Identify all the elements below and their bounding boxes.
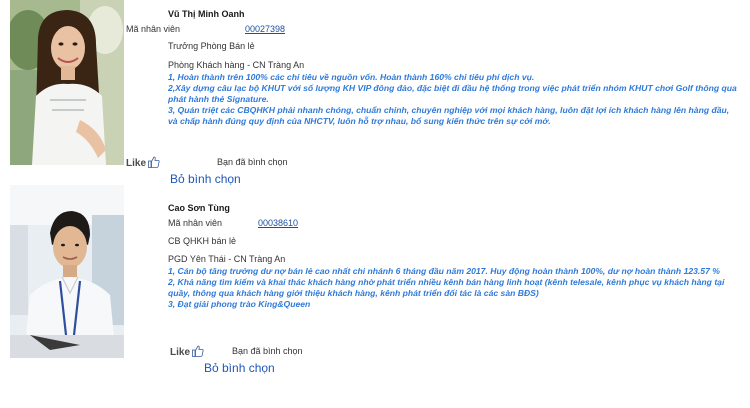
achievement-line: 2, Khả năng tìm kiếm và khai thác khách … bbox=[168, 277, 725, 287]
achievement-line: 1, Cán bộ tăng trưởng dư nợ bán lẻ cao n… bbox=[168, 266, 720, 276]
employee-branch: Phòng Khách hàng - CN Tràng An bbox=[168, 60, 305, 70]
employee-role: CB QHKH bán lẻ bbox=[168, 236, 237, 246]
like-label: Like bbox=[170, 347, 191, 358]
voted-status: Bạn đã bình chọn bbox=[232, 346, 303, 356]
employee-id-label: Mã nhân viên bbox=[126, 24, 181, 34]
employee-name: Cao Sơn Tùng bbox=[168, 203, 230, 213]
employee-id-link[interactable]: 00038610 bbox=[258, 218, 298, 228]
achievement-line: 1, Hoàn thành trên 100% các chỉ tiêu về … bbox=[168, 72, 535, 82]
like-button[interactable]: Like bbox=[126, 156, 160, 171]
employee-role: Trưởng Phòng Bán lẻ bbox=[168, 41, 255, 51]
achievement-line: 3, Quán triệt các CBQHKH phải nhanh chón… bbox=[168, 105, 730, 115]
employee-id-label: Mã nhân viên bbox=[168, 218, 223, 228]
achievement-line: và chấp hành đúng quy định của NHCTV, lu… bbox=[168, 116, 551, 126]
like-label: Like bbox=[126, 158, 147, 169]
employee-name: Vũ Thị Minh Oanh bbox=[168, 9, 245, 19]
achievement-line: 3, Đạt giải phong trào King&Queen bbox=[168, 299, 311, 309]
achievement-line: quầy, thông qua khách hàng giới thiệu kh… bbox=[168, 288, 539, 298]
employee-photo bbox=[10, 185, 124, 358]
achievement-list: 1, Hoàn thành trên 100% các chỉ tiêu về … bbox=[168, 72, 737, 127]
employee-branch: PGD Yên Thái - CN Tràng An bbox=[168, 254, 286, 264]
achievement-line: 2,Xây dựng câu lạc bộ KHUT với số lượng … bbox=[168, 83, 737, 93]
unvote-link[interactable]: Bỏ bình chọn bbox=[170, 172, 241, 186]
employee-id-link[interactable]: 00027398 bbox=[245, 24, 285, 34]
thumbs-up-icon bbox=[148, 156, 160, 171]
thumbs-up-icon bbox=[192, 345, 204, 360]
like-button[interactable]: Like bbox=[170, 345, 204, 360]
achievement-line: phát hành thẻ Signature. bbox=[168, 94, 269, 104]
employee-photo bbox=[10, 0, 124, 165]
voted-status: Bạn đã bình chọn bbox=[217, 157, 288, 167]
unvote-link[interactable]: Bỏ bình chọn bbox=[204, 361, 275, 375]
achievement-list: 1, Cán bộ tăng trưởng dư nợ bán lẻ cao n… bbox=[168, 266, 724, 310]
